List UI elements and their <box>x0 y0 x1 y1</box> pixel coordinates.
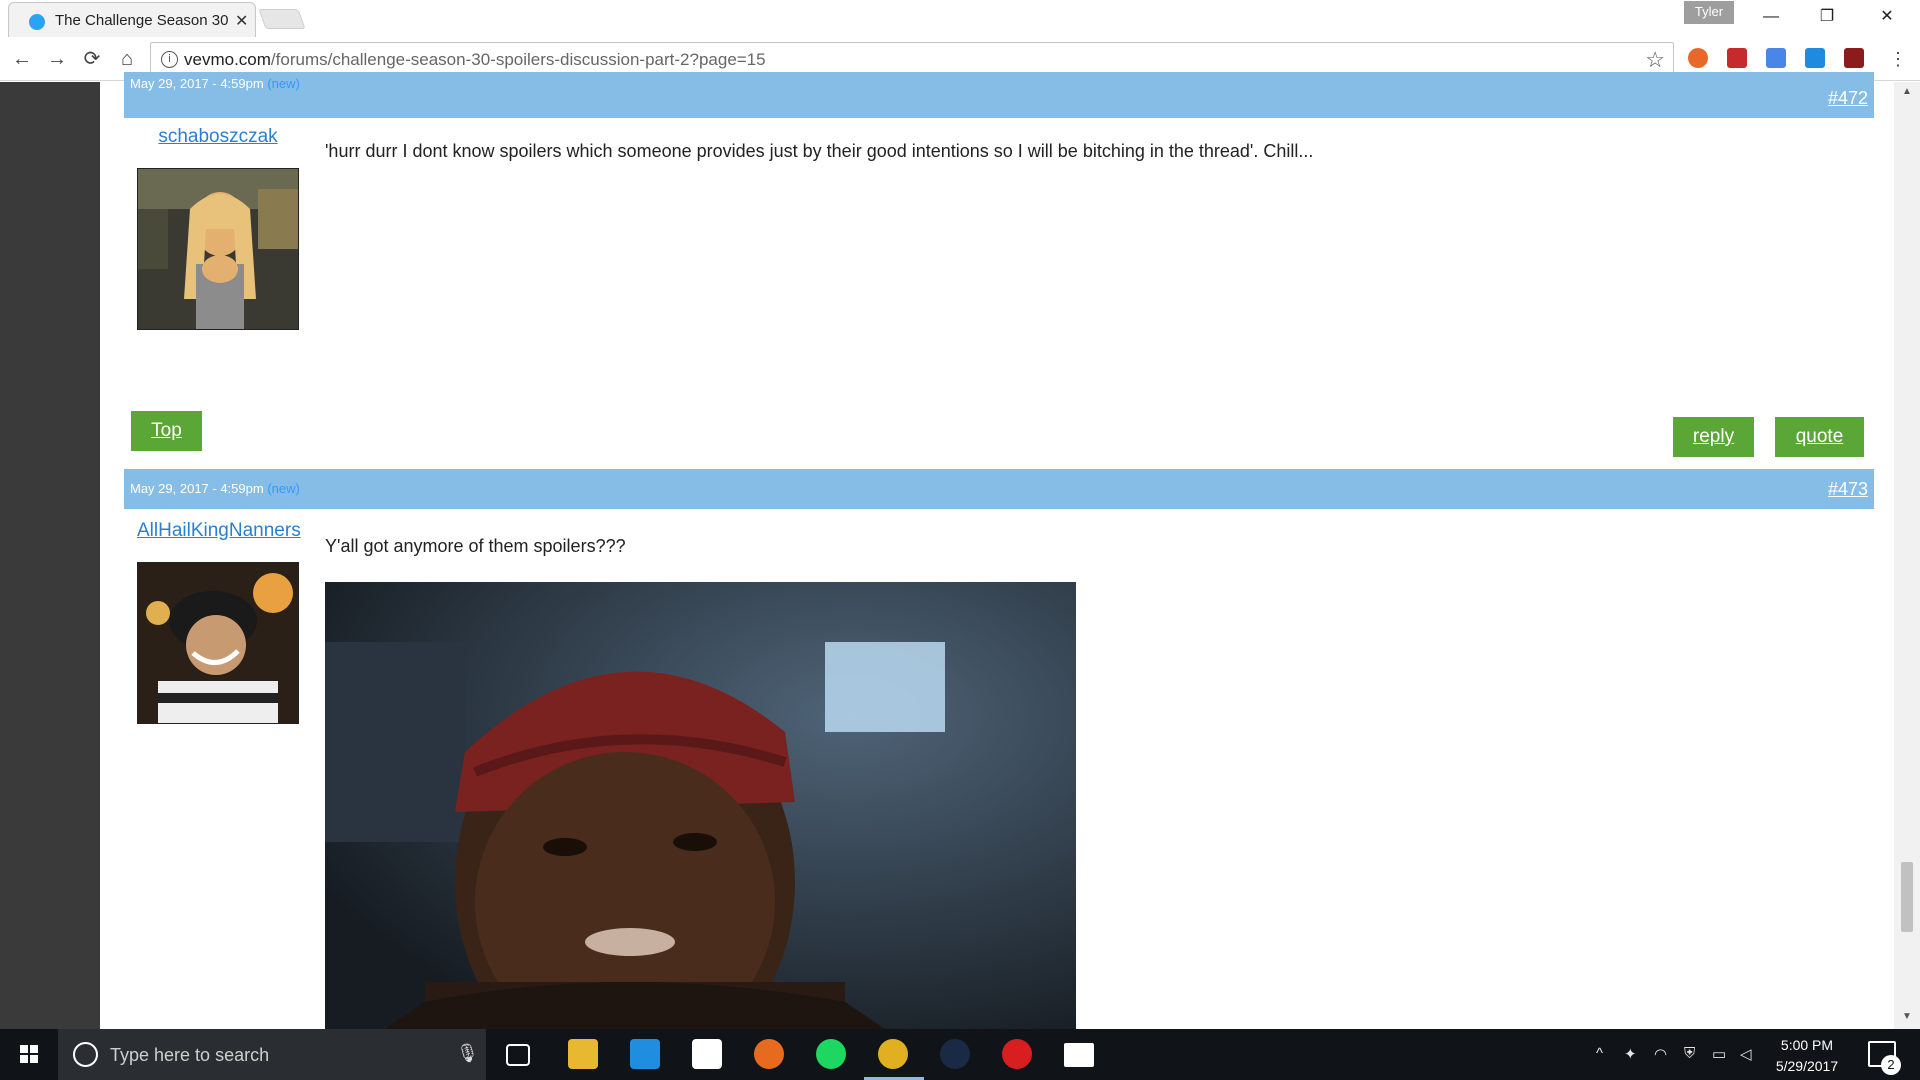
extension-fire-icon[interactable] <box>1688 48 1708 68</box>
back-icon[interactable]: ← <box>8 46 36 74</box>
new-badge: (new) <box>267 76 300 91</box>
url-text: vevmo.com/forums/challenge-season-30-spo… <box>184 50 766 70</box>
post-date-text: May 29, 2017 - 4:59pm <box>130 76 264 91</box>
post-date-text: May 29, 2017 - 4:59pm <box>130 481 264 496</box>
scroll-up-icon[interactable]: ▲ <box>1902 86 1912 97</box>
dropbox-icon[interactable]: ✦ <box>1624 1045 1637 1063</box>
system-clock[interactable]: 5:00 PM 5/29/2017 <box>1762 1035 1852 1077</box>
quote-button[interactable]: quote <box>1775 417 1864 457</box>
reply-button[interactable]: reply <box>1673 417 1754 457</box>
url-path: /forums/challenge-season-30-spoilers-dis… <box>270 50 766 69</box>
extension-red-icon[interactable] <box>1727 48 1747 68</box>
favicon-icon <box>29 14 45 30</box>
username-link[interactable]: AllHailKingNanners <box>137 520 301 542</box>
start-button[interactable] <box>0 1029 58 1080</box>
tray-expand-icon[interactable]: ^ <box>1596 1045 1603 1062</box>
avatar-image <box>138 563 298 723</box>
tab-title: The Challenge Season 30 <box>55 12 229 29</box>
post-date: May 29, 2017 - 4:59pm (new) <box>130 76 300 91</box>
minimize-icon[interactable]: — <box>1748 4 1794 30</box>
close-tab-icon[interactable]: ✕ <box>235 11 248 31</box>
avatar[interactable] <box>137 168 299 330</box>
browser-tab[interactable]: The Challenge Season 30 ✕ <box>8 2 256 37</box>
post-header: May 29, 2017 - 4:59pm (new) #473 <box>124 469 1874 509</box>
cortana-icon <box>73 1042 98 1067</box>
taskbar-search[interactable]: Type here to search 🎙 <box>58 1029 486 1080</box>
forward-icon[interactable]: → <box>43 46 71 74</box>
post-header: May 29, 2017 - 4:59pm (new) #472 <box>124 72 1874 118</box>
store-icon[interactable] <box>692 1039 722 1069</box>
file-explorer-icon[interactable] <box>568 1039 598 1069</box>
security-icon[interactable]: ⛨ <box>1684 1045 1695 1062</box>
search-placeholder: Type here to search <box>110 1045 270 1065</box>
address-bar[interactable]: i vevmo.com/forums/challenge-season-30-s… <box>150 42 1674 76</box>
volume-icon[interactable]: ◁ <box>1740 1045 1752 1063</box>
windows-logo-icon <box>20 1045 38 1063</box>
avatar[interactable] <box>137 562 299 724</box>
clock-date: 5/29/2017 <box>1775 1058 1839 1074</box>
meme-image <box>325 582 1076 1029</box>
extension-s-icon[interactable] <box>1805 48 1825 68</box>
menu-icon[interactable]: ⋮ <box>1884 46 1912 74</box>
post-date: May 29, 2017 - 4:59pm (new) <box>130 481 300 496</box>
scroll-down-icon[interactable]: ▼ <box>1902 1011 1912 1022</box>
url-host: vevmo.com <box>184 50 271 69</box>
info-icon[interactable]: i <box>161 51 178 68</box>
translate-icon[interactable] <box>1766 48 1786 68</box>
close-window-icon[interactable]: ✕ <box>1864 4 1910 30</box>
app-fm-icon[interactable] <box>1002 1039 1032 1069</box>
ublock-icon[interactable] <box>1844 48 1864 68</box>
post-embedded-image[interactable] <box>325 582 1076 1029</box>
windows-taskbar: Type here to search 🎙 ^ ✦ ◠ ⛨ ▭ ◁ 5:00 P… <box>0 1029 1920 1080</box>
battery-icon[interactable]: ▭ <box>1712 1045 1726 1063</box>
chrome-icon[interactable] <box>878 1039 908 1069</box>
forum-content: May 29, 2017 - 4:59pm (new) #472 schabos… <box>100 72 1894 1029</box>
restore-icon[interactable]: ❐ <box>1804 4 1850 30</box>
page-scrollbar[interactable]: ▲ ▼ <box>1894 82 1920 1029</box>
new-tab-button[interactable] <box>258 9 306 29</box>
new-badge: (new) <box>267 481 300 496</box>
top-button[interactable]: Top <box>131 411 202 451</box>
spotify-icon[interactable] <box>816 1039 846 1069</box>
reload-icon[interactable]: ⟳ <box>78 46 106 74</box>
post-number-link[interactable]: #472 <box>1828 88 1868 109</box>
home-icon[interactable]: ⌂ <box>113 46 141 74</box>
page-viewport: May 29, 2017 - 4:59pm (new) #472 schabos… <box>0 72 1920 1029</box>
avatar-image <box>138 169 298 329</box>
notification-count: 2 <box>1881 1055 1901 1075</box>
tab-strip: The Challenge Season 30 ✕ Tyler — ❐ ✕ <box>0 0 1920 37</box>
post-body-text: 'hurr durr I dont know spoilers which so… <box>325 141 1314 161</box>
steam-icon[interactable] <box>940 1039 970 1069</box>
mail-icon[interactable] <box>1064 1043 1094 1067</box>
wifi-icon[interactable]: ◠ <box>1654 1045 1667 1063</box>
profile-button[interactable]: Tyler <box>1684 1 1734 24</box>
scrollbar-thumb[interactable] <box>1901 862 1913 932</box>
clock-time: 5:00 PM <box>1780 1037 1834 1053</box>
post-body-text: Y'all got anymore of them spoilers??? <box>325 536 626 556</box>
edge-icon[interactable] <box>630 1039 660 1069</box>
bookmark-star-icon[interactable]: ☆ <box>1645 47 1665 73</box>
task-view-icon[interactable] <box>506 1044 530 1066</box>
microphone-icon[interactable]: 🎙 <box>456 1043 479 1064</box>
post-number-link[interactable]: #473 <box>1828 479 1868 500</box>
firefox-icon[interactable] <box>754 1039 784 1069</box>
username-link[interactable]: schaboszczak <box>137 126 299 148</box>
screen: The Challenge Season 30 ✕ Tyler — ❐ ✕ ← … <box>0 0 1920 1080</box>
